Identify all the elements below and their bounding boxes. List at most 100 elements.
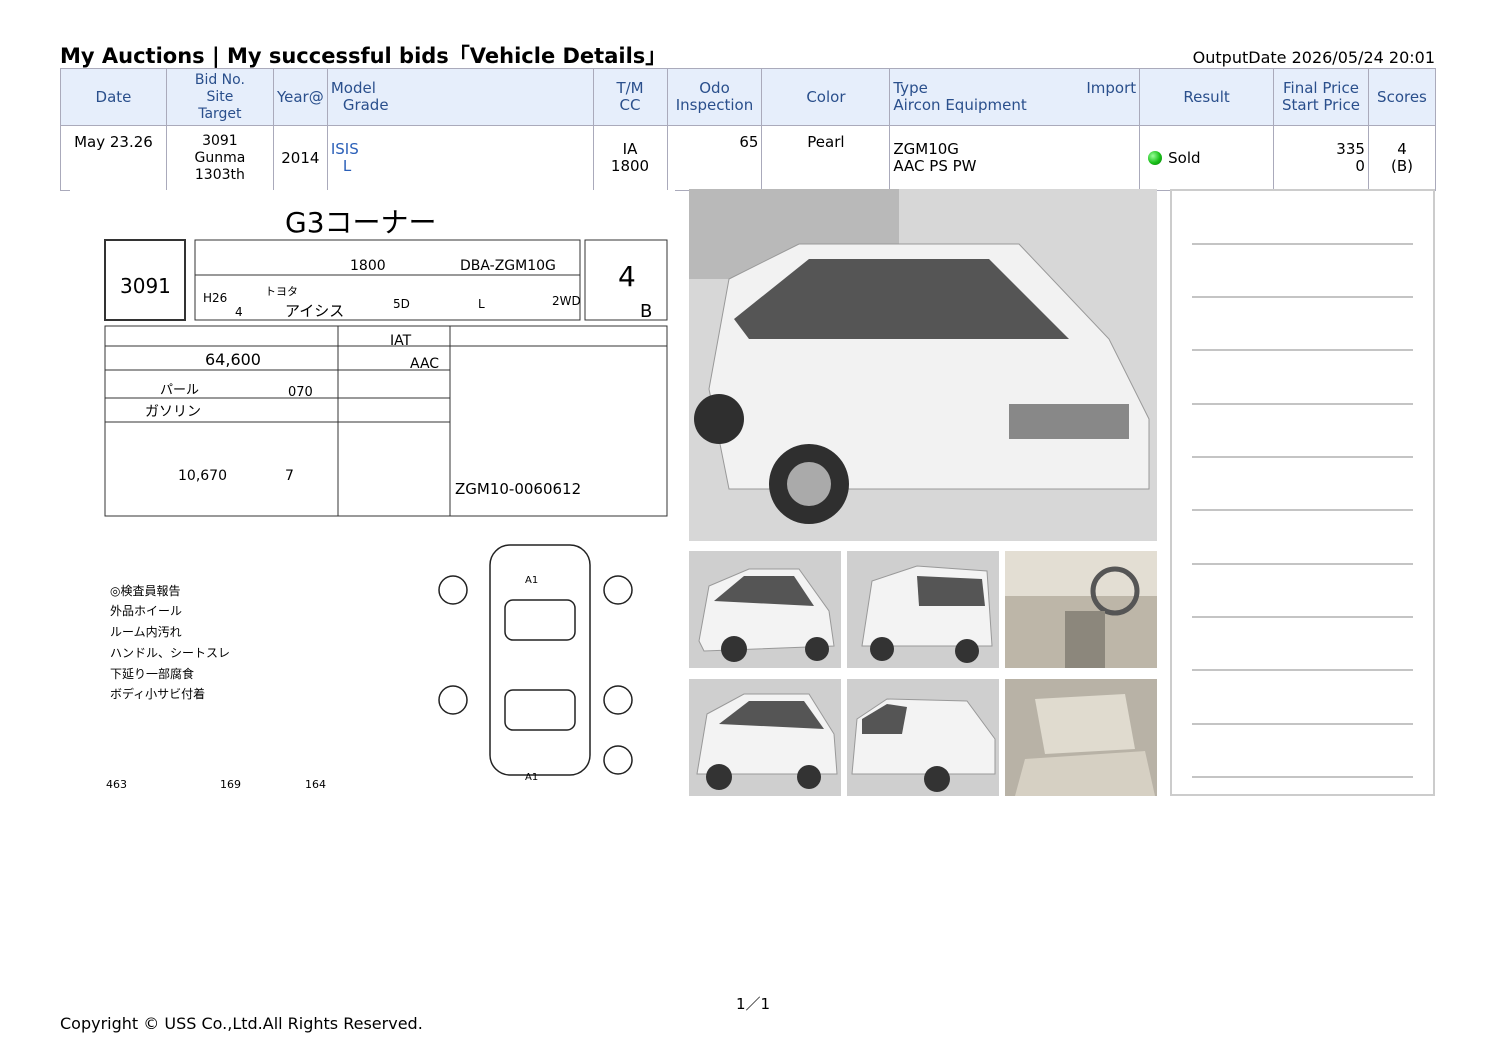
vehicle-summary-table: Date Bid No. Site Target Year@ Model Gra… xyxy=(60,68,1437,191)
sheet-maker: トヨタ xyxy=(265,285,298,298)
col-start-price: Start Price xyxy=(1281,96,1360,114)
thumbnail-photo[interactable] xyxy=(847,679,999,796)
cell-start-price: 0 xyxy=(1355,157,1365,175)
sheet-report-line: ボディ小サビ付着 xyxy=(110,686,205,701)
sheet-length: 463 xyxy=(106,778,127,791)
sheet-score: 4 xyxy=(618,260,636,293)
note-line xyxy=(1192,509,1413,511)
note-line xyxy=(1192,456,1413,458)
car-photo-icon xyxy=(689,551,841,668)
col-scores: Scores xyxy=(1367,68,1437,126)
col-cc: CC xyxy=(619,96,641,114)
notes-panel xyxy=(1170,189,1435,796)
sheet-reg-month: 4 xyxy=(235,305,243,319)
sheet-capacity: 7 xyxy=(285,468,294,484)
col-bid-no: Bid No. xyxy=(194,71,245,88)
sheet-doors: 5D xyxy=(393,297,410,311)
sheet-report-line: 外品ホイール xyxy=(110,604,182,618)
note-line xyxy=(1192,243,1413,245)
col-model: Model xyxy=(330,79,376,97)
page-number: 1／1 xyxy=(736,995,771,1013)
sheet-drive: 2WD xyxy=(552,294,581,308)
thumbnail-photo[interactable] xyxy=(689,679,841,796)
sheet-chassis: ZGM10-0060612 xyxy=(455,480,581,498)
cell-date: May 23.26 xyxy=(60,125,167,191)
cell-type-aircon: ZGM10G AAC PS PW xyxy=(889,125,1141,191)
col-price: Final Price Start Price xyxy=(1273,68,1369,126)
car-photo-icon xyxy=(1005,551,1157,668)
svg-text:A1: A1 xyxy=(525,575,538,586)
col-target: Target xyxy=(198,105,242,122)
sheet-color: パール xyxy=(160,383,199,398)
car-photo-icon xyxy=(689,679,841,796)
thumbnail-photo[interactable] xyxy=(1005,551,1157,668)
note-line xyxy=(1192,669,1413,671)
cell-model-grade: ISIS L xyxy=(326,125,594,191)
svg-text:A1: A1 xyxy=(525,772,538,783)
sheet-fuel: ガソリン xyxy=(145,404,201,420)
result-label: Sold xyxy=(1168,148,1201,167)
note-line xyxy=(1192,296,1413,298)
cell-aircon: AAC PS PW xyxy=(893,157,977,175)
model-link[interactable]: ISIS xyxy=(331,141,590,158)
thumbnail-photo[interactable] xyxy=(689,551,841,668)
col-date: Date xyxy=(60,68,167,126)
sheet-recycle: 10,670 xyxy=(178,468,227,484)
sheet-mileage: 64,600 xyxy=(205,350,261,369)
sheet-interior: B xyxy=(640,301,652,322)
cell-score-sub: (B) xyxy=(1390,157,1413,175)
cell-bid-site-target: 3091 Gunma 1303th xyxy=(165,125,274,191)
sheet-reg-year: H26 xyxy=(203,291,227,305)
note-line xyxy=(1192,349,1413,351)
cell-cc: 1800 xyxy=(610,157,650,175)
note-line xyxy=(1192,563,1413,565)
sheet-height: 164 xyxy=(305,778,326,791)
note-line xyxy=(1192,776,1413,778)
sheet-name: アイシス xyxy=(285,302,344,320)
cell-color: Pearl xyxy=(761,125,891,191)
grade-link[interactable]: L xyxy=(331,158,590,175)
thumbnail-photo[interactable] xyxy=(847,551,999,668)
thumbnail-photo[interactable] xyxy=(1005,679,1157,796)
sheet-report-line: ルーム内汚れ xyxy=(110,625,182,639)
cell-type: ZGM10G xyxy=(893,140,959,158)
cell-year: 2014 xyxy=(272,125,328,191)
page-title: My Auctions | My successful bids「Vehicle… xyxy=(60,44,667,68)
sheet-shift: IAT xyxy=(390,333,412,349)
main-vehicle-photo[interactable] xyxy=(689,189,1157,541)
col-odo: Odo xyxy=(699,79,730,97)
vehicle-info-box xyxy=(194,239,581,321)
cell-target: 1303th xyxy=(194,166,245,183)
col-import: Import xyxy=(1086,79,1137,97)
col-site: Site xyxy=(206,88,234,105)
col-type-aircon: Type Import Aircon Equipment xyxy=(889,68,1141,126)
col-model-grade: Model Grade xyxy=(326,68,594,126)
sheet-model-code: DBA-ZGM10G xyxy=(460,258,556,274)
col-tm: T/M xyxy=(616,79,644,97)
sheet-report-title: ◎検査員報告 xyxy=(110,584,180,598)
sheet-displacement: 1800 xyxy=(350,258,386,274)
details-box xyxy=(104,325,668,517)
col-bid-site-target: Bid No. Site Target xyxy=(165,68,274,126)
cell-tm: IA xyxy=(622,140,638,158)
col-odo-inspection: Odo Inspection xyxy=(666,68,763,126)
sheet-color-no: 070 xyxy=(288,385,313,400)
col-final-price: Final Price xyxy=(1283,79,1359,97)
auction-sheet[interactable]: G3コーナー 3091 1800 DBA-ZGM10G H26 4 トヨタ アイ… xyxy=(70,190,675,796)
output-date: OutputDate 2026/05/24 20:01 xyxy=(1192,48,1435,67)
note-line xyxy=(1192,723,1413,725)
cell-price: 335 0 xyxy=(1273,125,1369,191)
sheet-lot: 3091 xyxy=(120,274,171,298)
cell-score: 4 (B) xyxy=(1367,125,1437,191)
col-result: Result xyxy=(1139,68,1275,126)
col-type: Type xyxy=(893,79,928,97)
car-photo-icon xyxy=(1005,679,1157,796)
sheet-corner: G3コーナー xyxy=(285,206,437,239)
sheet-grade: L xyxy=(478,297,485,311)
car-photo-icon xyxy=(689,189,1157,541)
cell-odo: 65 xyxy=(666,125,763,191)
cell-site: Gunma xyxy=(194,149,246,166)
sheet-width: 169 xyxy=(220,778,241,791)
sheet-report-line: 下延り一部腐食 xyxy=(110,666,194,681)
auction-sheet-drawing: G3コーナー 3091 1800 DBA-ZGM10G H26 4 トヨタ アイ… xyxy=(104,206,668,791)
